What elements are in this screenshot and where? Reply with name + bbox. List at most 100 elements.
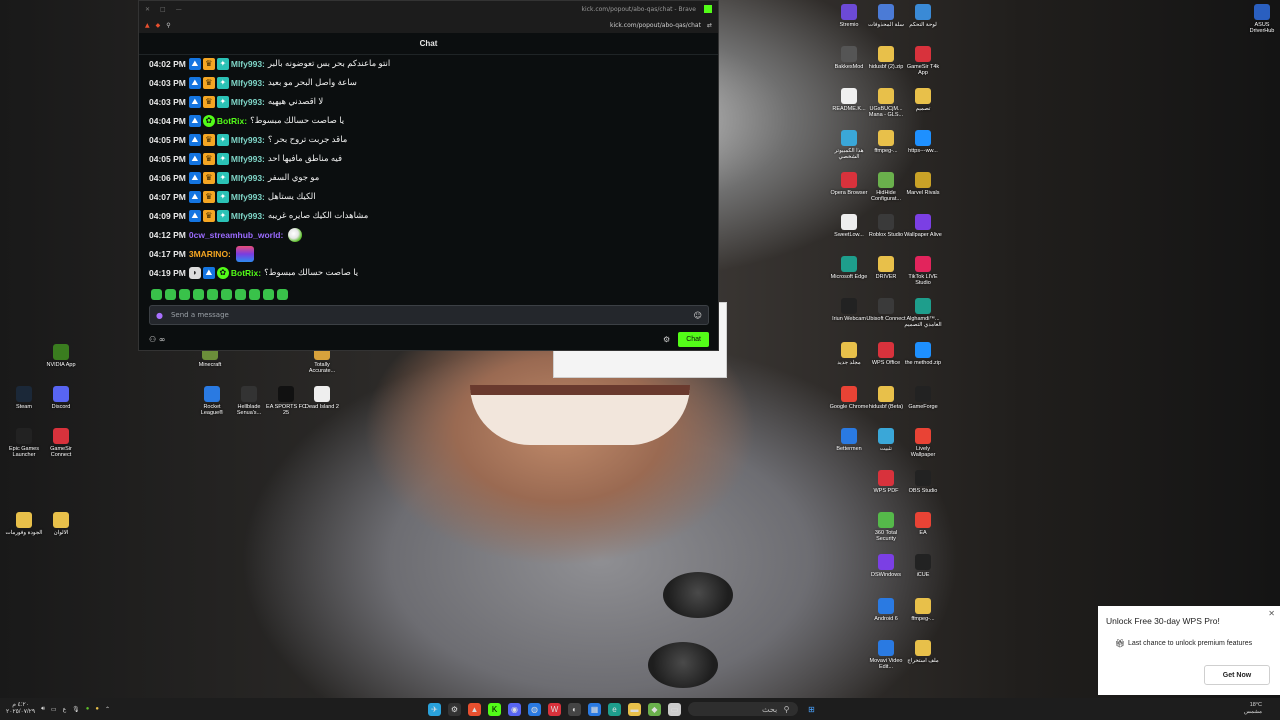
edge-taskbar-icon[interactable]: e: [608, 702, 621, 716]
desktop-shortcut[interactable]: Hellblade Senua's...: [229, 386, 269, 416]
desktop-shortcut[interactable]: GameForge: [903, 386, 943, 410]
message-username[interactable]: 3MARINO:: [189, 249, 231, 259]
desktop-shortcut[interactable]: EA SPORTS FC 25: [266, 386, 306, 416]
desktop-shortcut[interactable]: Wallpaper Alive: [903, 214, 943, 238]
vip-badge-icon[interactable]: ⛰: [188, 57, 201, 70]
desktop-shortcut[interactable]: GameSir T4k App: [903, 46, 943, 76]
desktop-shortcut[interactable]: تثبيت: [866, 428, 906, 452]
app-taskbar-icon[interactable]: ▭: [668, 702, 681, 716]
volume-icon[interactable]: 🔊︎: [41, 706, 45, 713]
app-taskbar-icon[interactable]: ◐: [568, 702, 581, 716]
vip-badge-icon[interactable]: ⛰: [188, 114, 201, 127]
subscriber-badge-icon[interactable]: ✦: [216, 171, 229, 184]
steam-taskbar-icon[interactable]: ⚙: [448, 702, 461, 716]
desktop-shortcut[interactable]: hidusbf (Beta): [866, 386, 906, 410]
desktop-shortcut[interactable]: HidHide Configurat...: [866, 172, 906, 202]
crown-badge-icon[interactable]: ♛: [202, 171, 215, 184]
window-minimize-icon[interactable]: —: [176, 6, 182, 13]
emote-icon[interactable]: [263, 289, 274, 300]
vip-badge-icon[interactable]: ⛰: [188, 152, 201, 165]
window-maximize-icon[interactable]: □: [160, 6, 166, 13]
subscriber-badge-icon[interactable]: ✦: [216, 95, 229, 108]
emote-icon[interactable]: [179, 289, 190, 300]
desktop-shortcut[interactable]: الالوان: [41, 512, 81, 536]
emote-image[interactable]: [288, 227, 303, 242]
microphone-icon[interactable]: ●: [156, 311, 163, 320]
crown-badge-icon[interactable]: ♛: [202, 133, 215, 146]
site-settings-icon[interactable]: ⚲: [166, 22, 170, 29]
desktop-shortcut[interactable]: SweetLow...: [829, 214, 869, 238]
url-text[interactable]: kick.com/popout/abo-qas/chat: [610, 22, 701, 29]
close-icon[interactable]: ✕: [1268, 609, 1275, 618]
vip-badge-icon[interactable]: ⛰: [202, 266, 215, 279]
desktop-shortcut[interactable]: TikTok LIVE Studio: [903, 256, 943, 286]
app-taskbar-icon[interactable]: ◆: [648, 702, 661, 716]
desktop-shortcut[interactable]: WPS PDF: [866, 470, 906, 494]
app-taskbar-icon[interactable]: ◍: [528, 702, 541, 716]
wps-taskbar-icon[interactable]: W: [548, 702, 561, 716]
desktop-shortcut[interactable]: the method.zip: [903, 342, 943, 366]
emoji-picker-icon[interactable]: ☺: [694, 311, 702, 320]
language-indicator-icon[interactable]: ع: [63, 706, 67, 713]
message-username[interactable]: Mlfy993:: [231, 135, 265, 145]
desktop-shortcut[interactable]: ffmpeg-...: [866, 130, 906, 154]
subscriber-badge-icon[interactable]: ✦: [216, 57, 229, 70]
desktop-shortcut[interactable]: Iriun Webcam: [829, 298, 869, 322]
desktop-shortcut[interactable]: Android 6: [866, 598, 906, 622]
emote-icon[interactable]: [193, 289, 204, 300]
desktop-shortcut[interactable]: Rocket League®: [192, 386, 232, 416]
desktop-shortcut[interactable]: سلة المحذوفات: [866, 4, 906, 28]
message-username[interactable]: Mlfy993:: [231, 59, 265, 69]
chat-message-input[interactable]: ● Send a message ☺: [149, 305, 709, 325]
message-username[interactable]: Mlfy993:: [231, 78, 265, 88]
chat-popout-window[interactable]: ✕ □ — kick.com/popout/abo-qas/chat - Bra…: [138, 0, 719, 351]
desktop-shortcut[interactable]: README.K...: [829, 88, 869, 112]
emote-icon[interactable]: [235, 289, 246, 300]
emote-icon[interactable]: [165, 289, 176, 300]
emote-image[interactable]: [235, 245, 254, 262]
crown-badge-icon[interactable]: ♛: [202, 76, 215, 89]
emote-icon[interactable]: [221, 289, 232, 300]
wps-promo-toast[interactable]: Unlock Free 30-day WPS Pro! ✕ 🎁︎ Last ch…: [1098, 606, 1280, 695]
subscriber-badge-icon[interactable]: ✦: [216, 209, 229, 222]
desktop-shortcut[interactable]: GameSir Connect: [41, 428, 81, 458]
crown-badge-icon[interactable]: ♛: [202, 209, 215, 222]
share-icon[interactable]: ⇄: [707, 22, 712, 29]
desktop-shortcut[interactable]: Microsoft Edge: [829, 256, 869, 280]
crown-badge-icon[interactable]: ♛: [202, 190, 215, 203]
message-username[interactable]: Mlfy993:: [231, 211, 265, 221]
vip-badge-icon[interactable]: ⛰: [188, 171, 201, 184]
desktop-shortcut[interactable]: Alghamdi™... الغامدي التصميم: [903, 298, 943, 328]
desktop-shortcut[interactable]: الجودة وفورمات: [4, 512, 44, 536]
desktop-shortcut[interactable]: iCUE: [903, 554, 943, 578]
file-explorer-icon[interactable]: ▬: [628, 702, 641, 716]
discord-taskbar-icon[interactable]: ◉: [508, 702, 521, 716]
desktop-shortcut[interactable]: Discord: [41, 386, 81, 410]
emote-icon[interactable]: [207, 289, 218, 300]
display-icon[interactable]: ▭: [51, 706, 57, 713]
window-titlebar[interactable]: ✕ □ — kick.com/popout/abo-qas/chat - Bra…: [139, 1, 718, 17]
desktop-shortcut[interactable]: 360 Total Security: [866, 512, 906, 542]
desktop-shortcut[interactable]: Movavi Video Edit...: [866, 640, 906, 670]
desktop-shortcut[interactable]: Opera Browser: [829, 172, 869, 196]
desktop-shortcut[interactable]: OBS Studio: [903, 470, 943, 494]
brave-taskbar-icon[interactable]: ▲: [468, 702, 481, 716]
desktop-shortcut[interactable]: هذا الكمبيوتر الشخصي: [829, 130, 869, 160]
desktop-shortcut[interactable]: لوحة التحكم: [903, 4, 943, 28]
emote-icon[interactable]: [249, 289, 260, 300]
brave-rewards-icon[interactable]: ◆: [156, 22, 161, 29]
crown-badge-icon[interactable]: ♛: [202, 95, 215, 108]
users-icon[interactable]: ⚇ ∞: [149, 335, 165, 344]
window-close-icon[interactable]: ✕: [145, 6, 150, 13]
get-now-button[interactable]: Get Now: [1204, 665, 1270, 685]
desktop-shortcut[interactable]: https---ww...: [903, 130, 943, 154]
desktop-shortcut[interactable]: ملف استخراج: [903, 640, 943, 664]
telegram-icon[interactable]: ✈: [428, 702, 441, 716]
ghost-badge-icon[interactable]: ◗: [188, 266, 201, 279]
subscriber-badge-icon[interactable]: ✦: [216, 133, 229, 146]
desktop-shortcut[interactable]: NVIDIA App: [41, 344, 81, 368]
bot-badge-icon[interactable]: ✿: [202, 114, 215, 127]
desktop-shortcut[interactable]: hidusbf (2).zip: [866, 46, 906, 70]
desktop-shortcut[interactable]: تصميم: [903, 88, 943, 112]
tray-status-icon[interactable]: ●: [95, 706, 99, 712]
